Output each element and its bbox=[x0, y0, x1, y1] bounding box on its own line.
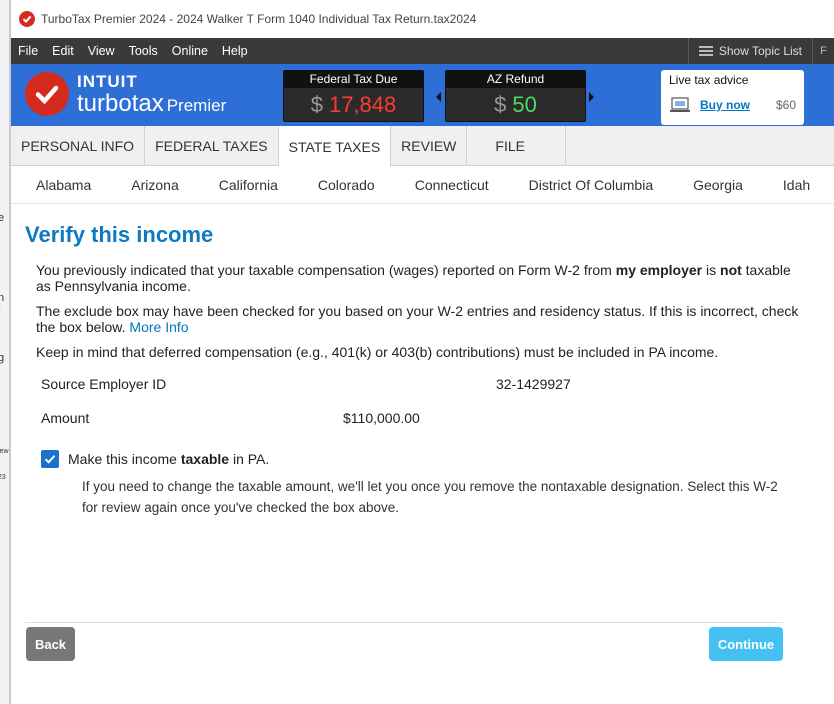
state-georgia[interactable]: Georgia bbox=[673, 177, 763, 193]
source-employer-value: 32-1429927 bbox=[496, 376, 571, 392]
deferred-paragraph: Keep in mind that deferred compensation … bbox=[36, 344, 719, 360]
menu-online[interactable]: Online bbox=[165, 44, 215, 58]
background-text: e bbox=[0, 212, 4, 224]
state-refund-label: AZ Refund bbox=[446, 71, 585, 88]
logo-edition: Premier bbox=[166, 95, 227, 115]
menu-bar: File Edit View Tools Online Help Show To… bbox=[11, 38, 834, 64]
menu-edit[interactable]: Edit bbox=[45, 44, 81, 58]
amount-row: Amount $110,000.00 bbox=[41, 410, 805, 426]
live-advice-heading: Live tax advice bbox=[669, 73, 749, 87]
tab-personal-info[interactable]: PERSONAL INFO bbox=[11, 126, 146, 166]
federal-tax-label: Federal Tax Due bbox=[284, 71, 423, 88]
state-california[interactable]: California bbox=[199, 177, 298, 193]
state-colorado[interactable]: Colorado bbox=[298, 177, 395, 193]
amount-label: Amount bbox=[41, 410, 90, 426]
tab-state-taxes[interactable]: STATE TAXES bbox=[278, 126, 392, 167]
background-window: e n I g iew 23 bbox=[0, 0, 10, 704]
state-currency: $ bbox=[494, 92, 507, 117]
checkmark-icon bbox=[44, 455, 56, 464]
buy-now-link[interactable]: Buy now bbox=[700, 98, 750, 112]
menu-help[interactable]: Help bbox=[215, 44, 255, 58]
main-tabs: PERSONAL INFO FEDERAL TAXES STATE TAXES … bbox=[11, 126, 834, 167]
federal-currency: $ bbox=[310, 92, 323, 117]
title-bar: TurboTax Premier 2024 - 2024 Walker T Fo… bbox=[11, 0, 834, 38]
footer-divider bbox=[25, 622, 783, 623]
expert-computer-icon bbox=[670, 97, 690, 112]
window-title: TurboTax Premier 2024 - 2024 Walker T Fo… bbox=[41, 12, 477, 26]
menu-view[interactable]: View bbox=[81, 44, 122, 58]
tab-review[interactable]: REVIEW bbox=[391, 126, 468, 166]
meter-left-arrow-icon[interactable] bbox=[436, 92, 441, 102]
show-topic-list-label: Show Topic List bbox=[718, 44, 802, 58]
tab-federal-taxes[interactable]: FEDERAL TAXES bbox=[145, 126, 279, 166]
tab-file[interactable]: FILE bbox=[467, 126, 566, 166]
amount-value: $110,000.00 bbox=[343, 410, 420, 426]
taxable-checkbox-row[interactable]: Make this income taxable in PA. bbox=[41, 450, 805, 468]
taxable-checkbox[interactable] bbox=[41, 450, 59, 468]
menu-file[interactable]: File bbox=[11, 44, 45, 58]
state-alabama[interactable]: Alabama bbox=[11, 177, 111, 193]
logo-intuit: INTUIT bbox=[77, 71, 138, 91]
app-window: TurboTax Premier 2024 - 2024 Walker T Fo… bbox=[10, 0, 834, 704]
logo-check-icon bbox=[25, 72, 69, 116]
turbotax-check-icon bbox=[19, 11, 35, 27]
logo-turbotax: turbotax bbox=[77, 89, 164, 117]
meter-right-arrow-icon[interactable] bbox=[589, 92, 594, 102]
background-text: iew bbox=[0, 448, 9, 455]
taxable-note: If you need to change the taxable amount… bbox=[82, 479, 778, 515]
state-refund-amount: 50 bbox=[512, 92, 537, 117]
live-advice-panel: Live tax advice Buy now $60 bbox=[661, 70, 804, 125]
state-refund-meter[interactable]: AZ Refund $50 bbox=[445, 70, 586, 122]
back-button[interactable]: Back bbox=[26, 627, 75, 661]
list-icon bbox=[698, 46, 713, 56]
main-content: Verify this income You previously indica… bbox=[25, 222, 805, 518]
print-button[interactable]: F bbox=[812, 38, 834, 64]
state-idaho[interactable]: Idah bbox=[763, 177, 830, 193]
source-employer-label: Source Employer ID bbox=[41, 376, 167, 392]
state-arizona[interactable]: Arizona bbox=[111, 177, 198, 193]
background-text: n I bbox=[0, 292, 9, 316]
state-dc[interactable]: District Of Columbia bbox=[509, 177, 673, 193]
federal-tax-amount: 17,848 bbox=[328, 92, 397, 117]
intro-paragraph: You previously indicated that your taxab… bbox=[36, 262, 791, 294]
continue-button[interactable]: Continue bbox=[709, 627, 783, 661]
turbotax-logo: INTUIT turbotax Premier bbox=[25, 72, 226, 116]
show-topic-list-button[interactable]: Show Topic List bbox=[687, 38, 812, 64]
header-banner: INTUIT turbotax Premier Federal Tax Due $… bbox=[11, 64, 834, 126]
background-text: g bbox=[0, 352, 4, 364]
background-text: 23 bbox=[0, 474, 6, 481]
taxable-checkbox-label: Make this income taxable in PA. bbox=[68, 451, 270, 467]
federal-tax-meter[interactable]: Federal Tax Due $17,848 bbox=[283, 70, 424, 122]
state-subnav: Alabama Arizona California Colorado Conn… bbox=[11, 166, 834, 204]
exclude-paragraph: The exclude box may have been checked fo… bbox=[36, 303, 799, 335]
state-connecticut[interactable]: Connecticut bbox=[395, 177, 509, 193]
page-title: Verify this income bbox=[25, 222, 214, 247]
advice-price: $60 bbox=[775, 98, 796, 112]
source-employer-row: Source Employer ID 32-1429927 bbox=[41, 376, 805, 392]
more-info-link[interactable]: More Info bbox=[129, 319, 188, 335]
menu-tools[interactable]: Tools bbox=[122, 44, 165, 58]
print-button-label: F bbox=[820, 45, 827, 57]
